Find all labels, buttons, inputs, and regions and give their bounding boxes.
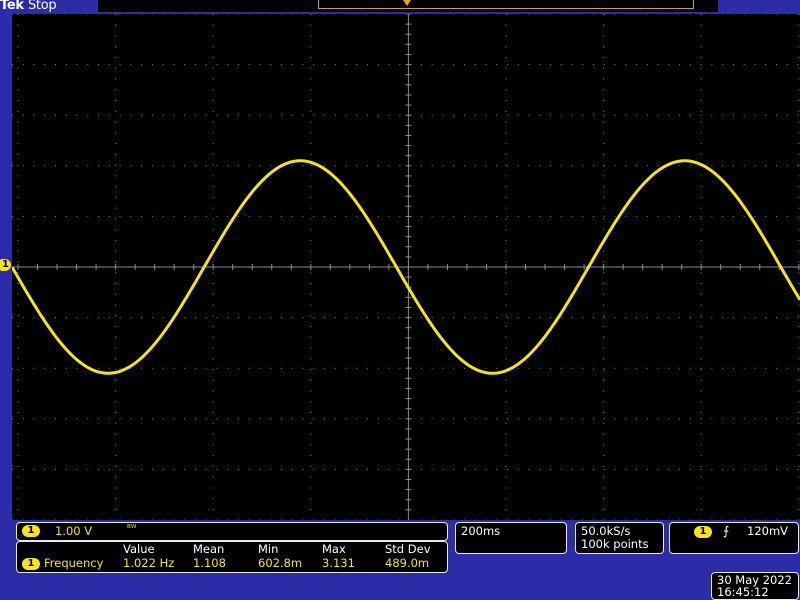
header-std-dev: Std Dev: [385, 542, 431, 556]
waveform-display[interactable]: [12, 14, 800, 520]
header-value: Value: [123, 542, 155, 556]
trigger-position-icon[interactable]: [403, 0, 411, 6]
header-mean: Mean: [193, 542, 225, 556]
bandwidth-limit-icon: ᴮᵂ: [127, 524, 137, 534]
header-min: Min: [258, 542, 279, 556]
acquisition-readout[interactable]: 50.0kS/s 100k points: [575, 522, 664, 554]
horizontal-scale: 200ms: [461, 524, 501, 538]
channel-1-waveform: [12, 159, 800, 375]
channel-1-ground-marker[interactable]: 1: [0, 259, 11, 271]
record-length: 100k points: [581, 537, 649, 551]
acquisition-status: Stop: [27, 0, 57, 13]
measurement-name: Frequency: [44, 556, 104, 570]
measurement-mean: 1.108: [193, 556, 226, 570]
brand-text: Tek: [0, 0, 24, 13]
timebase-readout[interactable]: 200ms: [455, 522, 567, 554]
rising-edge-icon: ⨍: [723, 524, 730, 538]
trigger-level: 120mV: [747, 524, 789, 538]
waveform-trace: [12, 159, 800, 375]
vertical-scale: 1.00 V: [55, 524, 93, 538]
brand-label: Tek Stop: [0, 0, 57, 13]
measurement-value: 1.022 Hz: [123, 556, 175, 570]
status-bar: Tek Stop: [0, 0, 800, 14]
measurement-min: 602.8m: [258, 556, 303, 570]
trigger-channel-badge: 1: [694, 526, 712, 538]
datetime-readout: 30 May 2022 16:45:12: [711, 572, 799, 600]
measurement-std-dev: 489.0m: [385, 556, 430, 570]
trigger-readout[interactable]: 1 ⨍ 120mV: [669, 522, 799, 554]
header-max: Max: [322, 542, 346, 556]
channel-1-badge: 1: [22, 525, 40, 537]
record-window-indicator[interactable]: [318, 0, 694, 9]
measurement-readout[interactable]: Value Mean Min Max Std Dev 1 Frequency 1…: [16, 541, 448, 573]
sample-rate: 50.0kS/s: [581, 524, 631, 538]
measurement-max: 3.131: [322, 556, 355, 570]
measurement-channel-badge: 1: [22, 558, 40, 570]
time-label: 16:45:12: [717, 585, 769, 599]
channel-scale-readout[interactable]: 1 1.00 V ᴮᵂ: [16, 522, 448, 541]
